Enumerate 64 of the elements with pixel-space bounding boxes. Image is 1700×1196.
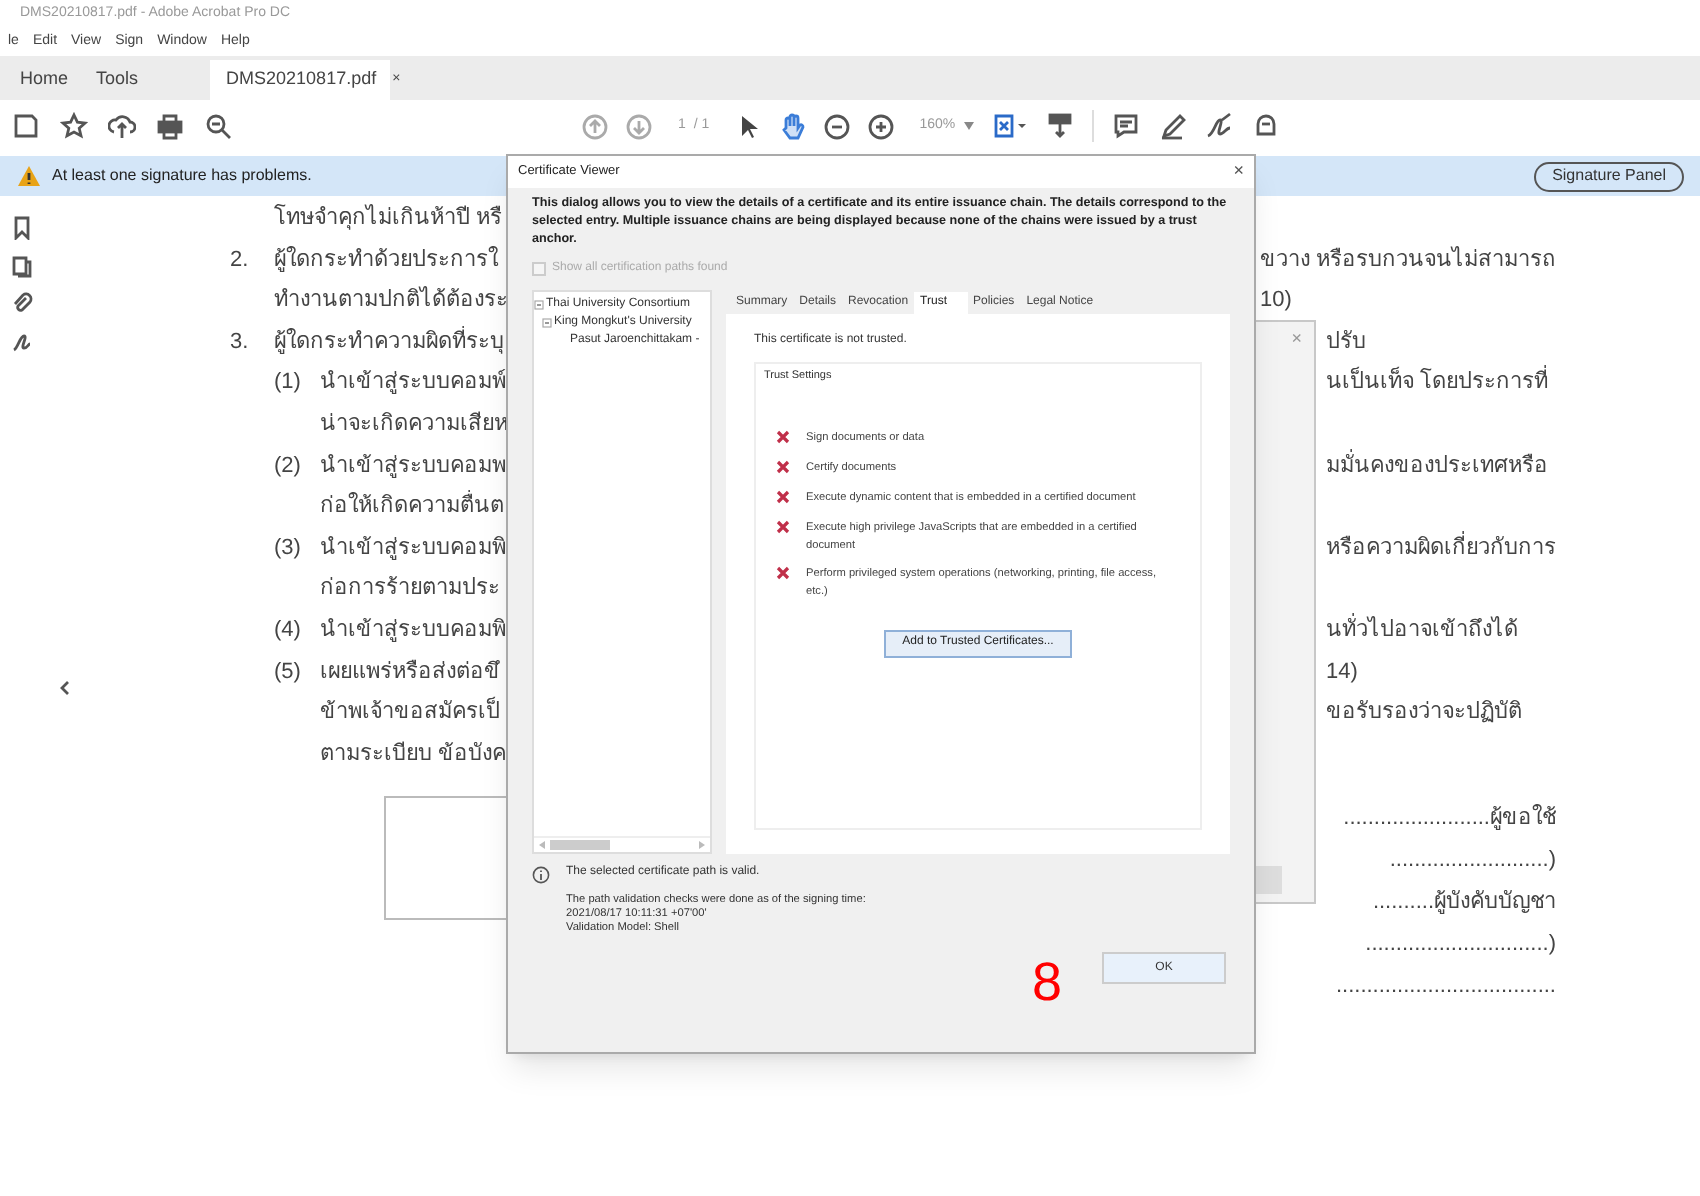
notification-text: At least one signature has problems. [52,164,312,188]
document-text: ทำงานตามปกติได้ต้องระ [274,288,506,313]
list-marker: (2) [274,453,301,478]
list-marker: 3. [230,329,249,354]
stamp-icon[interactable] [1251,112,1280,140]
document-text: โทษจำคุกไม่เกินห้าปี หรื [274,206,503,231]
document-text: ตามระเบียบ ข้อบังค [320,741,506,766]
document-text: ข้าพเจ้าขอสมัครเป็ [320,700,500,725]
save-icon[interactable] [12,112,40,140]
document-text: ขวาง หรือรบกวนจนไม่สามารถ [1260,244,1557,276]
document-text: ขอรับรองว่าจะปฏิบัติ [1326,698,1522,729]
collapse-icon[interactable] [534,300,544,311]
document-text: 10) [1260,286,1292,317]
document-text: ก่อการร้ายตามประ [320,576,500,601]
list-marker: (4) [274,617,301,642]
tab[interactable]: Tools [92,60,143,100]
info-icon [532,866,550,885]
tab[interactable]: Home [16,60,73,100]
print-icon[interactable] [156,112,184,140]
step-number: 8 [1032,956,1063,1010]
zoom-in-icon[interactable] [867,113,894,139]
pages-icon[interactable] [10,254,34,278]
document-text: นทั่วไปอาจเข้าถึงได้ [1326,613,1518,646]
document-text: มมั่นคงของประเทศหรือ [1326,449,1548,482]
collapse-icon[interactable] [542,318,552,329]
list-marker: (1) [274,370,301,395]
list-marker: 2. [230,247,249,272]
signature-line: .................................... [1335,972,1556,1003]
star-icon[interactable] [60,112,88,140]
pen-icon[interactable] [1157,112,1186,140]
scroll-mode-icon[interactable] [1045,112,1074,140]
document-text: ผู้ใดกระทำความผิดที่ระบุ [274,329,504,354]
close-icon[interactable]: × [1233,158,1244,186]
document-text: เผยแพร่หรือส่งต่อขึ [320,659,500,684]
signature-icon[interactable] [10,330,34,354]
document-text: ปรับ [1326,327,1366,358]
caret-icon [963,122,974,130]
list-marker: (5) [274,659,301,684]
document-text: นำเข้าสู่ระบบคอมพิ [320,617,506,642]
list-marker: (3) [274,535,301,560]
document-text: นำเข้าสู่ระบบคอมพ [320,453,506,478]
attachment-icon[interactable] [10,292,34,316]
fit-page-icon[interactable] [991,112,1028,140]
document-text: 14) [1326,657,1358,688]
signature-line: ..............................) [1365,930,1556,961]
document-text: น่าจะเกิดความเสียห [320,412,506,437]
document-text: หรือความผิดเกี่ยวกับการ [1326,531,1556,564]
warning-icon [16,164,42,188]
hand-icon[interactable] [777,112,806,140]
upload-icon[interactable] [108,112,136,140]
document-text: ก่อให้เกิดความตื่นต [320,494,504,519]
document-text: นำเข้าสู่ระบบคอมพ์ [320,370,506,395]
signature-line: ..........................) [1389,846,1556,877]
signature-line: ..........ผู้บังคับบัญชา [1372,888,1556,919]
signature-icon[interactable] [1203,112,1234,140]
signature-line: ........................ผู้ขอใช้ [1343,802,1556,835]
signature-panel-button[interactable]: Signature Panel [1534,161,1684,191]
zoom-out-icon[interactable] [823,113,850,139]
document-text: นำเข้าสู่ระบบคอมพิ [320,535,506,560]
document-text: นเป็นเท็จ โดยประการที่ [1326,366,1549,400]
comment-icon[interactable] [1111,112,1140,140]
document-text: ผู้ใดกระทำด้วยประการใ [274,247,498,272]
zoom-out-icon[interactable] [204,112,232,140]
bookmark-icon[interactable] [10,216,34,240]
